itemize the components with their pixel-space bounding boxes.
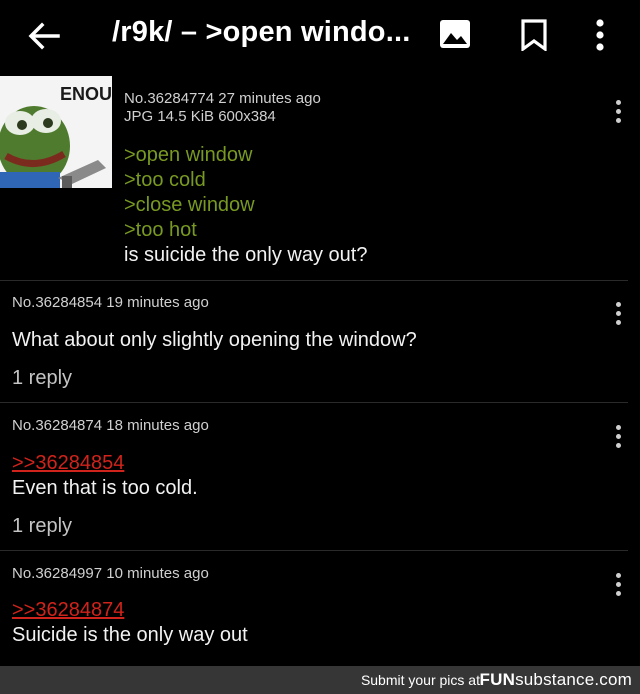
reply-3-comment: >>36284874 Suicide is the only way out — [12, 598, 248, 648]
post-menu-icon[interactable] — [614, 425, 622, 451]
quote-link[interactable]: >>36284854 — [12, 451, 198, 476]
watermark-logo: FUNsubstance.com — [480, 670, 632, 690]
post-divider — [0, 550, 628, 551]
post-number[interactable]: No.36284874 — [12, 417, 102, 434]
post-time: 19 minutes ago — [106, 294, 209, 311]
replies-link[interactable]: 1 reply — [12, 367, 72, 390]
comment-text: is suicide the only way out? — [124, 244, 368, 266]
watermark-cta: Submit your pics at — [360, 672, 480, 688]
reply-3-meta: No.36284997 10 minutes ago — [12, 565, 209, 582]
comment-text: What about only slightly opening the win… — [12, 329, 417, 351]
post-number[interactable]: No.36284854 — [12, 294, 102, 311]
logo-tld: .com — [594, 670, 632, 689]
logo-rest: substance — [515, 670, 595, 689]
post-time: 27 minutes ago — [218, 90, 321, 107]
comment-text: Suicide is the only way out — [12, 624, 248, 646]
post-menu-icon[interactable] — [614, 302, 622, 328]
quote-link[interactable]: >>36284874 — [12, 598, 248, 623]
pepe-gun-image: ENOU — [0, 76, 112, 188]
greentext-line: >too hot — [124, 219, 197, 241]
post-number[interactable]: No.36284997 — [12, 565, 102, 582]
post-menu-icon[interactable] — [614, 573, 622, 599]
bookmark-icon[interactable] — [520, 19, 548, 51]
watermark-bar: Submit your pics at FUNsubstance.com — [0, 666, 640, 694]
overflow-menu-icon[interactable] — [590, 18, 610, 52]
reply-1-meta: No.36284854 19 minutes ago — [12, 294, 209, 311]
reply-2-comment: >>36284854 Even that is too cold. — [12, 451, 198, 501]
reply-2-meta: No.36284874 18 minutes ago — [12, 417, 209, 434]
thumb-caption: ENOU — [60, 84, 112, 104]
thread-title: /r9k/ – >open windo... — [112, 16, 411, 48]
logo-bold: FUN — [479, 670, 516, 689]
op-comment: >open window >too cold >close window >to… — [124, 143, 367, 268]
file-info: JPG 14.5 KiB 600x384 — [124, 108, 276, 125]
app-bar: /r9k/ – >open windo... — [0, 0, 640, 70]
post-time: 18 minutes ago — [106, 417, 209, 434]
op-thumbnail[interactable]: ENOU — [0, 76, 112, 188]
post-time: 10 minutes ago — [106, 565, 209, 582]
post-number[interactable]: No.36284774 — [124, 90, 214, 107]
replies-link[interactable]: 1 reply — [12, 515, 72, 538]
greentext-line: >too cold — [124, 169, 206, 191]
post-divider — [0, 402, 628, 403]
back-arrow-icon[interactable] — [26, 18, 62, 54]
greentext-line: >close window — [124, 194, 255, 216]
comment-text: Even that is too cold. — [12, 477, 198, 499]
post-menu-icon[interactable] — [614, 100, 622, 126]
op-post-meta: No.36284774 27 minutes ago — [124, 90, 321, 107]
image-gallery-icon[interactable] — [439, 19, 471, 49]
greentext-line: >open window — [124, 144, 253, 166]
post-divider — [0, 280, 628, 281]
